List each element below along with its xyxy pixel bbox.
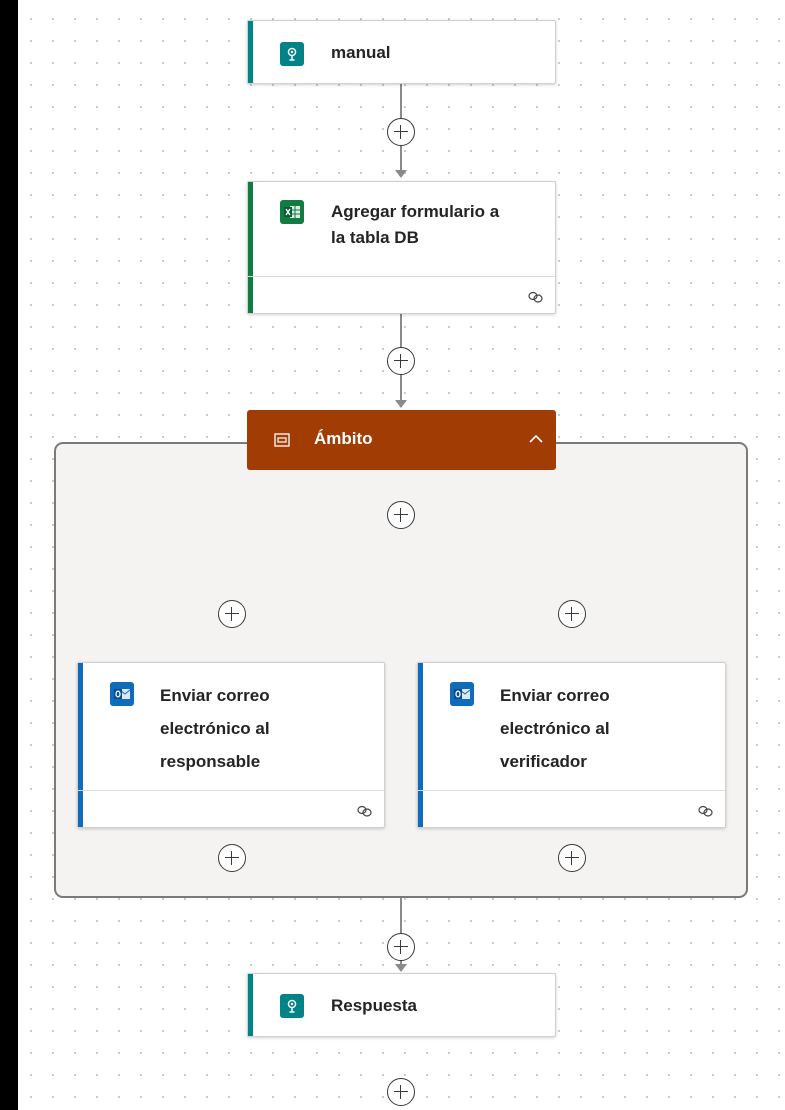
add-step-button[interactable]: [558, 600, 586, 628]
card-title: manual: [331, 43, 391, 62]
scope-icon: [274, 433, 290, 447]
chevron-up-icon[interactable]: [528, 433, 544, 445]
card-title-line-2: electrónico al: [500, 719, 610, 738]
add-step-button[interactable]: [387, 501, 415, 529]
action-card-respuesta[interactable]: Respuesta: [247, 973, 556, 1037]
card-title: Respuesta: [331, 996, 417, 1015]
outlook-icon: [110, 682, 134, 706]
card-title-line-1: Agregar formulario a: [331, 202, 500, 221]
action-card-excel[interactable]: Agregar formulario a la tabla DB: [247, 181, 556, 314]
card-title: Enviar correo electrónico al verificador: [500, 683, 610, 775]
scope-title: Ámbito: [314, 429, 373, 448]
excel-icon: [280, 200, 304, 224]
add-step-button[interactable]: [218, 600, 246, 628]
card-title-line-3: verificador: [500, 752, 587, 771]
scope-header[interactable]: Ámbito: [247, 410, 556, 470]
card-accent-bar: [248, 974, 253, 1036]
add-step-button[interactable]: [387, 1078, 415, 1106]
card-title-line-2: electrónico al: [160, 719, 270, 738]
request-trigger-icon: [280, 994, 304, 1018]
add-step-button[interactable]: [387, 347, 415, 375]
action-card-email-verificador[interactable]: Enviar correo electrónico al verificador: [417, 662, 726, 828]
card-footer: [248, 276, 555, 313]
card-accent-bar: [248, 21, 253, 83]
add-step-button[interactable]: [387, 933, 415, 961]
add-step-button[interactable]: [387, 118, 415, 146]
request-trigger-icon: [280, 42, 304, 66]
add-step-button[interactable]: [218, 844, 246, 872]
link-icon[interactable]: [356, 804, 374, 818]
link-icon[interactable]: [697, 804, 715, 818]
action-card-email-responsable[interactable]: Enviar correo electrónico al responsable: [77, 662, 385, 828]
card-footer: [418, 790, 725, 827]
outlook-icon: [450, 682, 474, 706]
card-title-line-2: la tabla DB: [331, 228, 419, 247]
trigger-card-manual[interactable]: manual: [247, 20, 556, 84]
card-footer: [78, 790, 384, 827]
card-title: Agregar formulario a la tabla DB: [331, 199, 499, 251]
card-title-line-1: Enviar correo: [160, 686, 270, 705]
card-title-line-1: Enviar correo: [500, 686, 610, 705]
card-title: Enviar correo electrónico al responsable: [160, 683, 270, 775]
add-step-button[interactable]: [558, 844, 586, 872]
card-title-line-3: responsable: [160, 752, 261, 771]
link-icon[interactable]: [527, 290, 545, 304]
